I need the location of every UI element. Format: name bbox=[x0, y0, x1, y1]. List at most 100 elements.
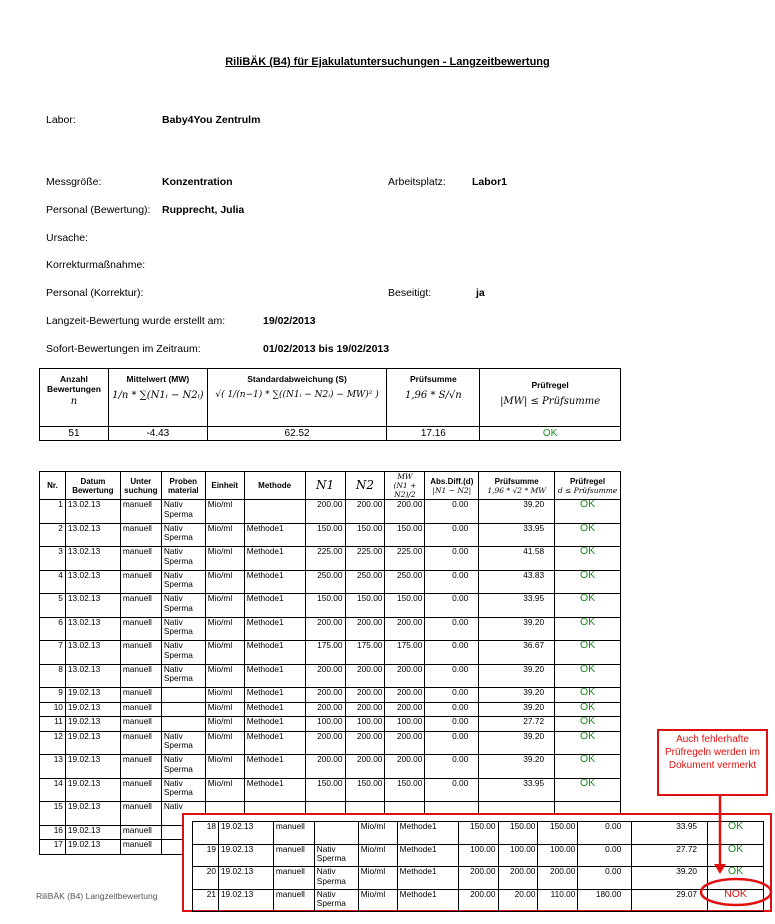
cell-pr: OK bbox=[554, 499, 621, 524]
cell-ps: 39.20 bbox=[478, 687, 556, 703]
cell-n1: 225.00 bbox=[304, 546, 346, 571]
cell-einheit: Mio/ml bbox=[204, 701, 245, 717]
cell-mw: 175.00 bbox=[384, 640, 426, 665]
table-row: 6 13.02.13 manuell Nativ Sperma Mio/ml Method… bbox=[39, 616, 621, 641]
cell-n2: 150.00 bbox=[497, 821, 539, 845]
highlight-box: 18 19.02.13 manuell Mio/ml Methode1 150.00 150… bbox=[182, 813, 772, 912]
cell-unter: manuell bbox=[119, 593, 162, 618]
cell-einheit: Mio/ml bbox=[204, 640, 245, 665]
cell-nr: 14 bbox=[39, 777, 66, 802]
cell-methode: Methode1 bbox=[243, 546, 306, 571]
cell-n2: 200.00 bbox=[497, 866, 539, 890]
cell-mw: 200.00 bbox=[384, 701, 426, 717]
cell-unter: manuell bbox=[272, 866, 315, 890]
cell-d: 0.00 bbox=[424, 546, 480, 571]
summary-std-value: 62.52 bbox=[206, 426, 388, 441]
cell-nr: 17 bbox=[39, 839, 66, 855]
cell-mw: 150.00 bbox=[384, 777, 426, 802]
cell-nr: 3 bbox=[39, 546, 66, 571]
personal-bewertung-label: Personal (Bewertung): bbox=[46, 204, 151, 216]
cell-ps: 39.20 bbox=[478, 616, 556, 641]
cell-pr: OK bbox=[554, 663, 621, 688]
cell-n2: 150.00 bbox=[344, 777, 386, 802]
cell-datum: 13.02.13 bbox=[64, 546, 121, 571]
cell-unter: manuell bbox=[119, 754, 162, 779]
cell-nr: 2 bbox=[39, 522, 66, 547]
cell-n2: 225.00 bbox=[344, 546, 386, 571]
cell-unter: manuell bbox=[119, 569, 162, 594]
cell-n1: 200.00 bbox=[304, 616, 346, 641]
cell-datum: 13.02.13 bbox=[64, 640, 121, 665]
cell-einheit: Mio/ml bbox=[204, 616, 245, 641]
cell-n2: 100.00 bbox=[344, 716, 386, 732]
table-row: 3 13.02.13 manuell Nativ Sperma Mio/ml Method… bbox=[39, 546, 621, 571]
cell-datum: 19.02.13 bbox=[217, 888, 274, 912]
table-row: 20 19.02.13 manuell Nativ Sperma Mio/ml Metho… bbox=[192, 866, 764, 890]
col-header-absdiff: Abs.Diff.(d) |N1 − N2| bbox=[424, 471, 480, 500]
col-header-proben: Proben material bbox=[160, 471, 206, 500]
detail-table: Nr. Datum Bewertung Unter suchung Proben… bbox=[39, 471, 621, 855]
cell-unter: manuell bbox=[119, 640, 162, 665]
cell-einheit: Mio/ml bbox=[204, 730, 245, 755]
cell-pr: OK bbox=[554, 569, 621, 594]
cell-ps: 33.95 bbox=[478, 522, 556, 547]
cell-einheit: Mio/ml bbox=[204, 499, 245, 524]
cell-methode: Methode1 bbox=[243, 754, 306, 779]
cell-datum: 19.02.13 bbox=[217, 843, 274, 867]
cell-methode: Methode1 bbox=[396, 888, 459, 912]
cell-nr: 6 bbox=[39, 616, 66, 641]
arbeitsplatz-value: Labor1 bbox=[472, 176, 508, 188]
cell-pr: OK bbox=[554, 640, 621, 665]
cell-n1: 150.00 bbox=[304, 593, 346, 618]
cell-d: 0.00 bbox=[424, 687, 480, 703]
cell-n1: 200.00 bbox=[304, 754, 346, 779]
cell-d: 0.00 bbox=[424, 701, 480, 717]
cell-ps: 39.20 bbox=[631, 866, 709, 890]
cell-d: 0.00 bbox=[424, 499, 480, 524]
cell-proben: Nativ Sperma bbox=[160, 640, 206, 665]
cell-d: 0.00 bbox=[424, 777, 480, 802]
cell-proben: Nativ Sperma bbox=[160, 593, 206, 618]
cell-ps: 36.67 bbox=[478, 640, 556, 665]
table-row: 21 19.02.13 manuell Nativ Sperma Mio/ml Metho… bbox=[192, 888, 764, 912]
cell-datum: 13.02.13 bbox=[64, 569, 121, 594]
cell-unter: manuell bbox=[272, 888, 315, 912]
cell-ps: 33.95 bbox=[478, 777, 556, 802]
cell-methode: Methode1 bbox=[243, 777, 306, 802]
cell-mw: 100.00 bbox=[537, 843, 579, 867]
cell-ps: 33.95 bbox=[631, 821, 709, 845]
table-row: 9 19.02.13 manuell Mio/ml Methode1 200.00 200.… bbox=[39, 687, 621, 703]
cell-n2: 200.00 bbox=[344, 616, 386, 641]
cell-datum: 13.02.13 bbox=[64, 616, 121, 641]
cell-proben: Nativ Sperma bbox=[313, 866, 359, 890]
col-header-datum: Datum Bewertung bbox=[64, 471, 121, 500]
cell-datum: 19.02.13 bbox=[64, 777, 121, 802]
cell-nr: 18 bbox=[192, 821, 219, 845]
cell-n1: 200.00 bbox=[304, 730, 346, 755]
cell-einheit: Mio/ml bbox=[204, 546, 245, 571]
cell-ps: 39.20 bbox=[478, 663, 556, 688]
erstellt-label: Langzeit-Bewertung wurde erstellt am: bbox=[46, 315, 226, 327]
cell-n1: 150.00 bbox=[304, 522, 346, 547]
cell-unter: manuell bbox=[119, 663, 162, 688]
cell-n1: 100.00 bbox=[457, 843, 499, 867]
cell-n1: 200.00 bbox=[457, 866, 499, 890]
messgroesse-value: Konzentration bbox=[162, 176, 233, 188]
cell-mw: 200.00 bbox=[537, 866, 579, 890]
cell-unter: manuell bbox=[119, 616, 162, 641]
cell-datum: 19.02.13 bbox=[64, 730, 121, 755]
cell-n2: 250.00 bbox=[344, 569, 386, 594]
col-header-unter: Unter suchung bbox=[119, 471, 162, 500]
cell-mw: 150.00 bbox=[384, 593, 426, 618]
cell-einheit: Mio/ml bbox=[357, 866, 398, 890]
cell-mw: 200.00 bbox=[384, 730, 426, 755]
cell-datum: 19.02.13 bbox=[64, 824, 121, 840]
cell-einheit: Mio/ml bbox=[357, 843, 398, 867]
col-header-n2: N2 bbox=[344, 471, 386, 500]
table-row: 4 13.02.13 manuell Nativ Sperma Mio/ml Method… bbox=[39, 569, 621, 594]
cell-mw: 200.00 bbox=[384, 754, 426, 779]
cell-mw: 200.00 bbox=[384, 616, 426, 641]
cell-pr: OK bbox=[554, 616, 621, 641]
cell-pr: OK bbox=[554, 754, 621, 779]
cell-proben: Nativ Sperma bbox=[160, 499, 206, 524]
